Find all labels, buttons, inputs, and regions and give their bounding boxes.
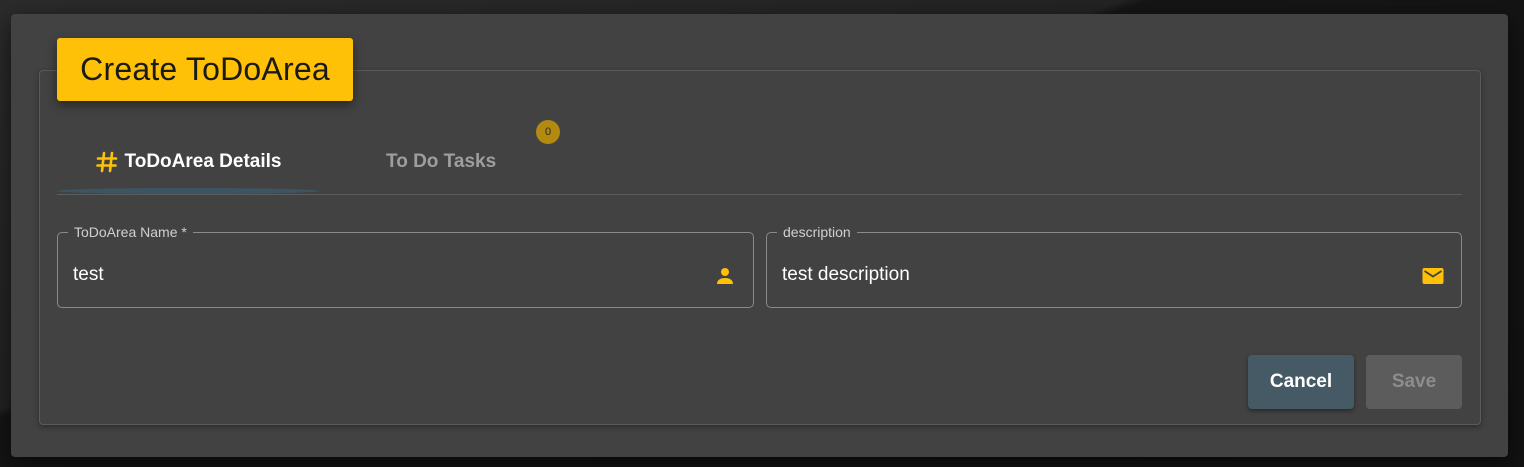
todoarea-name-label: ToDoArea Name * bbox=[68, 223, 193, 241]
description-input[interactable] bbox=[782, 263, 1382, 287]
tasks-count-badge: 0 bbox=[536, 120, 560, 144]
description-field[interactable]: description bbox=[766, 223, 1462, 308]
tab-to-do-tasks[interactable]: To Do Tasks bbox=[357, 132, 557, 192]
todoarea-name-input[interactable] bbox=[73, 263, 673, 287]
cancel-button[interactable]: Cancel bbox=[1248, 355, 1354, 409]
tab-todoarea-details[interactable]: ToDoArea Details bbox=[57, 132, 319, 192]
save-button[interactable]: Save bbox=[1366, 355, 1462, 409]
dialog-title-badge: Create ToDoArea bbox=[57, 38, 353, 101]
create-todoarea-dialog: Create ToDoArea ToDoArea Details To Do T… bbox=[11, 14, 1508, 457]
todoarea-name-field[interactable]: ToDoArea Name * bbox=[57, 223, 754, 308]
description-label: description bbox=[777, 223, 857, 241]
active-tab-indicator bbox=[57, 188, 319, 194]
person-icon bbox=[717, 268, 733, 284]
tab-tasks-label: To Do Tasks bbox=[386, 151, 497, 172]
mail-icon bbox=[1422, 268, 1444, 284]
tab-bar: ToDoArea Details To Do Tasks 0 bbox=[57, 120, 1462, 195]
tab-details-label: ToDoArea Details bbox=[124, 151, 282, 172]
dialog-title: Create ToDoArea bbox=[80, 51, 330, 87]
hash-icon bbox=[95, 151, 117, 173]
